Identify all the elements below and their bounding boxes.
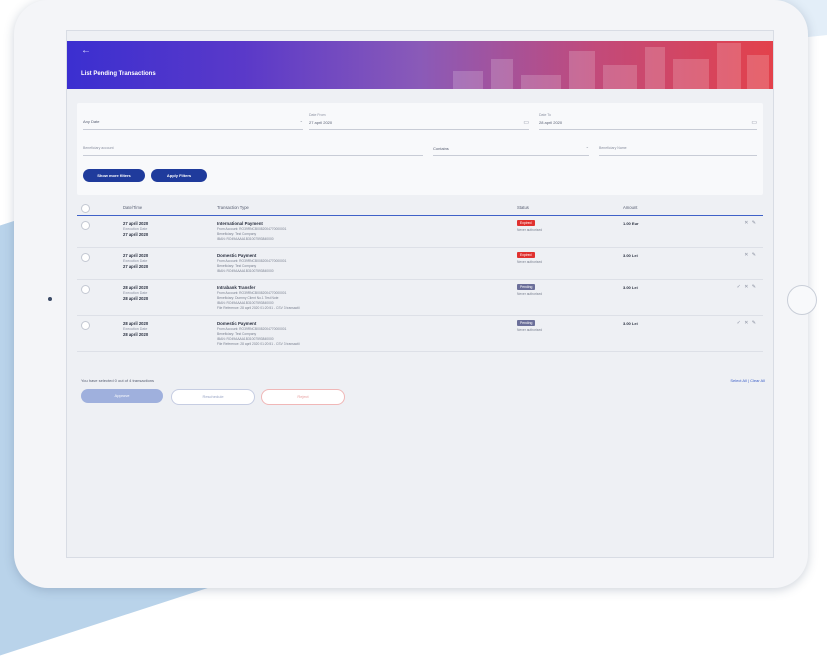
row-detail: Beneficiary: Test Company	[217, 264, 257, 268]
row-checkbox[interactable]	[81, 253, 90, 262]
row-exec-date: 27 april 2020	[123, 232, 149, 237]
row-detail: From Account: RO39RNCB0082004770000001	[217, 259, 287, 263]
page-header: ← List Pending Transactions	[67, 41, 773, 89]
row-amount: 1.00 Eur	[623, 221, 639, 226]
row-exec-label: Execution Date	[123, 327, 148, 331]
calendar-icon[interactable]: ▭	[523, 119, 529, 126]
row-type: International Payment	[217, 221, 263, 226]
beneficiary-account-input[interactable]: Beneficiary account	[83, 139, 423, 156]
approve-button[interactable]: Approve	[81, 389, 163, 403]
row-checkbox[interactable]	[81, 221, 90, 230]
row-checkbox[interactable]	[81, 321, 90, 330]
chevron-down-icon: ⌄	[299, 118, 303, 123]
row-detail: From Account: RO39RNCB0082004770000001	[217, 227, 287, 231]
date-from-field[interactable]: Date From 27 april 2020 ▭	[309, 113, 529, 130]
row-exec-label: Execution Date	[123, 259, 148, 263]
app-screen: ← List Pending Transactions Any Date ⌄ D…	[66, 30, 774, 558]
row-detail: IBAN: RO49AAAA1B31007593840000	[217, 337, 274, 341]
row-actions[interactable]: ✕ ✎	[744, 220, 757, 226]
column-header: Status	[517, 205, 529, 210]
select-all-link[interactable]: Select All	[730, 378, 746, 383]
row-detail: IBAN: RO49AAAA1B31007593840000	[217, 269, 274, 273]
row-exec-date: 27 april 2020	[123, 264, 149, 269]
status-badge: Expired	[517, 252, 535, 258]
row-detail: Beneficiary: Test Company	[217, 332, 257, 336]
filters-panel: Any Date ⌄ Date From 27 april 2020 ▭ Dat…	[77, 103, 763, 195]
row-type: Domestic Payment	[217, 321, 257, 326]
row-detail: IBAN: RO49AAAA1B31007593840000	[217, 301, 274, 305]
row-date: 27 april 2020	[123, 253, 149, 258]
reschedule-button[interactable]: Reschedule	[171, 389, 255, 405]
beneficiary-name-placeholder: Beneficiary Name	[599, 146, 627, 150]
column-header: Amount	[623, 205, 638, 210]
camera-dot	[48, 297, 52, 301]
home-button	[787, 285, 817, 315]
apply-filters-button[interactable]: Apply Filters	[151, 169, 207, 182]
select-all-checkbox[interactable]	[81, 204, 90, 213]
status-sub: Never authorised	[517, 328, 543, 332]
status-badge: Pending	[517, 284, 536, 290]
row-detail: Beneficiary: Dummy Client No.1 Test Note	[217, 296, 279, 300]
row-exec-label: Execution Date	[123, 227, 148, 231]
row-type: Intrabank Transfer	[217, 285, 256, 290]
skyline-decoration	[433, 41, 773, 89]
date-to-value: 28 april 2020	[539, 120, 563, 125]
row-detail: From Account: RO39RNCB0082004770000001	[217, 327, 287, 331]
table-row[interactable]: 27 april 2020 Execution Date 27 april 20…	[77, 217, 763, 248]
beneficiary-name-input[interactable]: Beneficiary Name	[599, 139, 757, 156]
clear-all-link[interactable]: Clear All	[750, 378, 765, 383]
row-actions[interactable]: ✓ ✕ ✎	[737, 284, 757, 290]
date-to-label: Date To	[539, 113, 551, 117]
contains-value: Contains	[433, 146, 449, 151]
row-amount: 3.00 Lei	[623, 321, 638, 326]
row-detail: Beneficiary: Test Company	[217, 232, 257, 236]
row-amount: 3.00 Lei	[623, 285, 638, 290]
contains-select[interactable]: Contains ⌄	[433, 139, 589, 156]
calendar-icon[interactable]: ▭	[751, 119, 757, 126]
row-actions[interactable]: ✓ ✕ ✎	[737, 320, 757, 326]
row-exec-label: Execution Date	[123, 291, 148, 295]
date-from-value: 27 april 2020	[309, 120, 333, 125]
link-separator: |	[747, 378, 749, 383]
page-title: List Pending Transactions	[81, 71, 156, 77]
row-date: 27 april 2020	[123, 221, 149, 226]
table-row[interactable]: 28 april 2020 Execution Date 28 april 20…	[77, 317, 763, 352]
reject-button[interactable]: Reject	[261, 389, 345, 405]
column-header: Transaction Type	[217, 205, 249, 210]
row-date: 28 april 2020	[123, 285, 149, 290]
row-exec-date: 28 april 2020	[123, 332, 149, 337]
any-date-value: Any Date	[83, 119, 100, 124]
show-more-filters-button[interactable]: Show more filters	[83, 169, 145, 182]
table-row[interactable]: 27 april 2020 Execution Date 27 april 20…	[77, 249, 763, 280]
back-arrow-icon[interactable]: ←	[81, 45, 91, 56]
row-detail: From Account: RO39RNCB0082004770000001	[217, 291, 287, 295]
row-detail: File Reference: 28 april 2020 01:20:51 -…	[217, 342, 300, 346]
column-header: Date/Time	[123, 205, 143, 210]
selection-note: You have selected 0 out of 4 transaction…	[81, 378, 155, 383]
row-type: Domestic Payment	[217, 253, 257, 258]
row-checkbox[interactable]	[81, 285, 90, 294]
chevron-down-icon: ⌄	[585, 144, 589, 149]
date-from-label: Date From	[309, 113, 326, 117]
date-to-field[interactable]: Date To 28 april 2020 ▭	[539, 113, 757, 130]
row-detail: IBAN: RO49AAAA1B31007593840000	[217, 237, 274, 241]
beneficiary-account-placeholder: Beneficiary account	[83, 146, 114, 150]
row-amount: 3.00 Lei	[623, 253, 638, 258]
status-badge: Pending	[517, 320, 536, 326]
row-actions[interactable]: ✕ ✎	[744, 252, 757, 258]
any-date-select[interactable]: Any Date ⌄	[83, 113, 303, 130]
status-sub: Never authorised	[517, 292, 543, 296]
selection-links: Select All | Clear All	[730, 378, 765, 383]
row-detail: File Reference: 28 april 2020 01:20:51 -…	[217, 306, 300, 310]
status-sub: Never authorised	[517, 260, 543, 264]
status-sub: Never authorised	[517, 228, 543, 232]
row-date: 28 april 2020	[123, 321, 149, 326]
table-header: Date/Time Transaction Type Status Amount	[77, 203, 763, 216]
row-exec-date: 28 april 2020	[123, 296, 149, 301]
status-badge: Expired	[517, 220, 535, 226]
table-row[interactable]: 28 april 2020 Execution Date 28 april 20…	[77, 281, 763, 316]
